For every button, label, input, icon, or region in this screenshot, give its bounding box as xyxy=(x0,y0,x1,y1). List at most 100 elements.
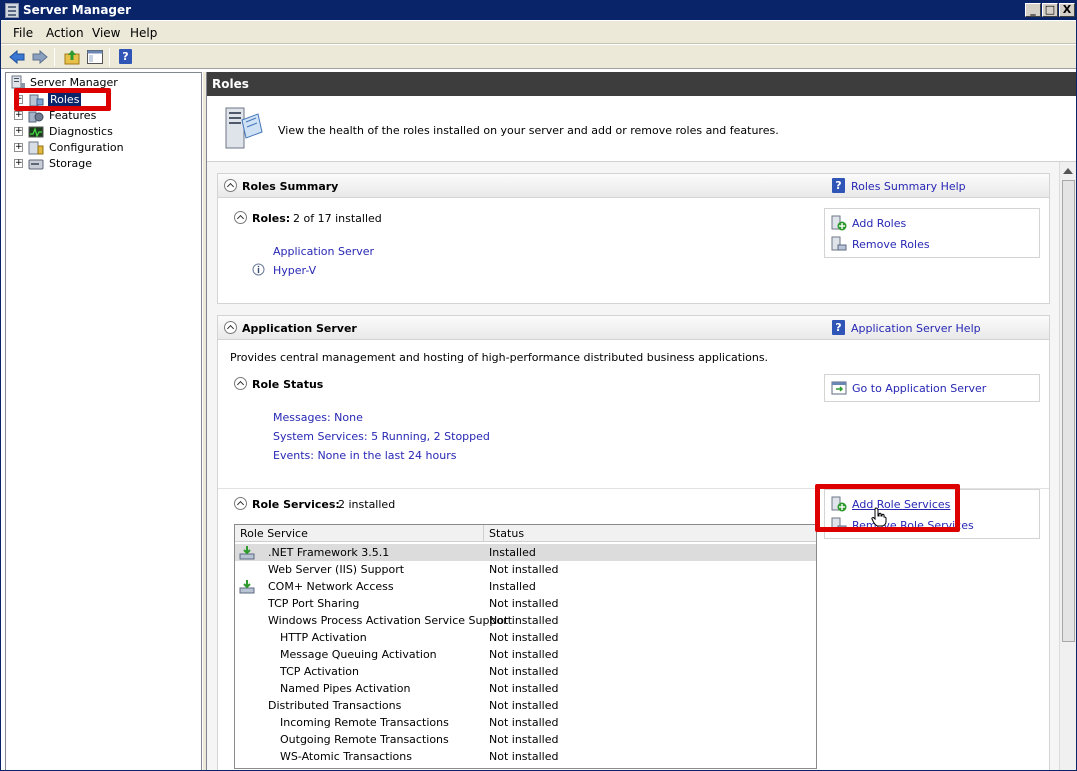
role-status-subsection: Role Status Messages: None System Servic… xyxy=(228,374,825,474)
application-server-title: Application Server xyxy=(242,322,357,335)
application-server-help-link[interactable]: Application Server Help xyxy=(851,322,981,335)
column-role-service[interactable]: Role Service xyxy=(240,527,308,540)
role-status-events-link[interactable]: Events: None in the last 24 hours xyxy=(273,449,456,462)
table-row[interactable]: Distributed Transactions Not installed xyxy=(235,697,816,714)
collapse-application-server-icon[interactable] xyxy=(224,321,237,334)
tree-item-configuration[interactable]: Configuration xyxy=(49,141,124,154)
role-services-table: Role Service Status .NET Framework 3.5.1… xyxy=(234,524,817,769)
minimize-button[interactable]: _ xyxy=(1025,3,1041,17)
tree-item-diagnostics[interactable]: Diagnostics xyxy=(49,125,113,138)
collapse-roles-summary-icon[interactable] xyxy=(224,179,237,192)
role-service-status: Not installed xyxy=(489,631,559,644)
expand-storage-icon[interactable]: + xyxy=(14,159,23,168)
collapse-role-services-icon[interactable] xyxy=(234,497,247,510)
title-bar[interactable]: Server Manager _ □ X xyxy=(1,1,1076,20)
roles-summary-section: Roles Summary ? Roles Summary Help Roles… xyxy=(217,173,1050,304)
info-icon xyxy=(252,263,265,276)
tree-item-storage[interactable]: Storage xyxy=(49,157,92,170)
role-services-table-header: Role Service Status xyxy=(235,525,816,542)
go-to-application-server-link[interactable]: Go to Application Server xyxy=(852,382,986,395)
intro-text: View the health of the roles installed o… xyxy=(278,124,779,137)
role-service-name: .NET Framework 3.5.1 xyxy=(268,546,390,559)
role-service-name: Distributed Transactions xyxy=(268,699,402,712)
table-row[interactable]: Message Queuing Activation Not installed xyxy=(235,646,816,663)
up-folder-icon[interactable] xyxy=(63,48,81,66)
table-row[interactable]: Windows Process Activation Service Suppo… xyxy=(235,612,816,629)
role-service-name: Outgoing Remote Transactions xyxy=(280,733,449,746)
application-server-help-icon: ? xyxy=(832,320,845,335)
roles-server-icon xyxy=(225,107,263,149)
add-roles-link[interactable]: Add Roles xyxy=(852,217,906,230)
features-icon xyxy=(28,111,44,123)
expand-features-icon[interactable]: + xyxy=(14,111,23,120)
help-icon[interactable]: ? xyxy=(117,48,135,66)
server-manager-icon xyxy=(11,75,25,89)
roles-summary-help-link[interactable]: Roles Summary Help xyxy=(851,180,966,193)
remove-roles-link[interactable]: Remove Roles xyxy=(852,238,930,251)
table-row[interactable]: Outgoing Remote Transactions Not installe… xyxy=(235,731,816,748)
role-service-status: Not installed xyxy=(489,750,559,763)
collapse-roles-icon[interactable] xyxy=(234,211,247,224)
pane-header: Roles xyxy=(207,72,1076,96)
role-service-status: Not installed xyxy=(489,614,559,627)
role-service-name: Windows Process Activation Service Suppo… xyxy=(268,614,513,627)
role-status-title: Role Status xyxy=(252,378,324,391)
roles-summary-help-icon: ? xyxy=(832,178,845,193)
highlight-add-role-services-box xyxy=(815,484,960,532)
table-row[interactable]: TCP Port Sharing Not installed xyxy=(235,595,816,612)
role-link-application-server[interactable]: Application Server xyxy=(273,245,374,258)
toolbar: ? xyxy=(1,45,1076,69)
role-status-services-link[interactable]: System Services: 5 Running, 2 Stopped xyxy=(273,430,490,443)
configuration-icon xyxy=(28,141,44,155)
role-service-name: TCP Port Sharing xyxy=(268,597,360,610)
menu-action[interactable]: Action xyxy=(46,26,84,40)
table-row[interactable]: COM+ Network Access Installed xyxy=(235,578,816,595)
role-service-status: Not installed xyxy=(489,597,559,610)
role-status-messages-link[interactable]: Messages: None xyxy=(273,411,363,424)
menu-help[interactable]: Help xyxy=(130,26,157,40)
role-service-name: Message Queuing Activation xyxy=(280,648,437,661)
application-server-header: Application Server ? Application Server … xyxy=(218,316,1049,340)
vertical-scrollbar[interactable] xyxy=(1059,162,1076,770)
show-hide-console-tree-icon[interactable] xyxy=(86,48,104,66)
roles-label: Roles: xyxy=(252,212,291,225)
role-service-status: Not installed xyxy=(489,665,559,678)
console-tree: Server Manager + Roles + Features + Diag… xyxy=(5,72,202,770)
forward-arrow-icon[interactable] xyxy=(31,48,49,66)
intro-panel: View the health of the roles installed o… xyxy=(207,96,1076,162)
role-service-status: Installed xyxy=(489,546,536,559)
role-services-count: 2 installed xyxy=(338,498,396,511)
expand-diagnostics-icon[interactable]: + xyxy=(14,127,23,136)
role-service-status: Not installed xyxy=(489,716,559,729)
role-service-name: TCP Activation xyxy=(280,665,359,678)
roles-actions-box: Add Roles Remove Roles xyxy=(824,208,1040,258)
menu-bar: File Action View Help xyxy=(1,21,1076,44)
highlight-roles-box xyxy=(14,88,111,111)
table-row[interactable]: HTTP Activation Not installed xyxy=(235,629,816,646)
role-service-status: Not installed xyxy=(489,733,559,746)
table-row[interactable]: .NET Framework 3.5.1 Installed xyxy=(235,544,816,561)
table-row[interactable]: WS-Atomic Transactions Not installed xyxy=(235,748,816,765)
role-link-hyper-v[interactable]: Hyper-V xyxy=(273,264,316,277)
column-status[interactable]: Status xyxy=(489,527,524,540)
scroll-up-icon[interactable] xyxy=(1063,168,1073,174)
roles-summary-title: Roles Summary xyxy=(242,180,339,193)
table-row[interactable]: Incoming Remote Transactions Not installe… xyxy=(235,714,816,731)
collapse-role-status-icon[interactable] xyxy=(234,377,247,390)
role-service-status: Not installed xyxy=(489,648,559,661)
maximize-button[interactable]: □ xyxy=(1042,3,1058,17)
table-row[interactable]: TCP Activation Not installed xyxy=(235,663,816,680)
content-area: Roles Summary ? Roles Summary Help Roles… xyxy=(207,162,1059,770)
scrollbar-thumb[interactable] xyxy=(1062,180,1075,642)
role-service-name: HTTP Activation xyxy=(280,631,367,644)
back-arrow-icon[interactable] xyxy=(8,48,26,66)
installed-icon xyxy=(239,580,255,594)
table-row[interactable]: Named Pipes Activation Not installed xyxy=(235,680,816,697)
table-row[interactable]: Web Server (IIS) Support Not installed xyxy=(235,561,816,578)
close-button[interactable]: X xyxy=(1059,3,1075,17)
menu-view[interactable]: View xyxy=(92,26,120,40)
menu-file[interactable]: File xyxy=(13,26,33,40)
window-title: Server Manager xyxy=(23,3,132,17)
expand-configuration-icon[interactable]: + xyxy=(14,143,23,152)
roles-summary-header: Roles Summary ? Roles Summary Help xyxy=(218,174,1049,198)
